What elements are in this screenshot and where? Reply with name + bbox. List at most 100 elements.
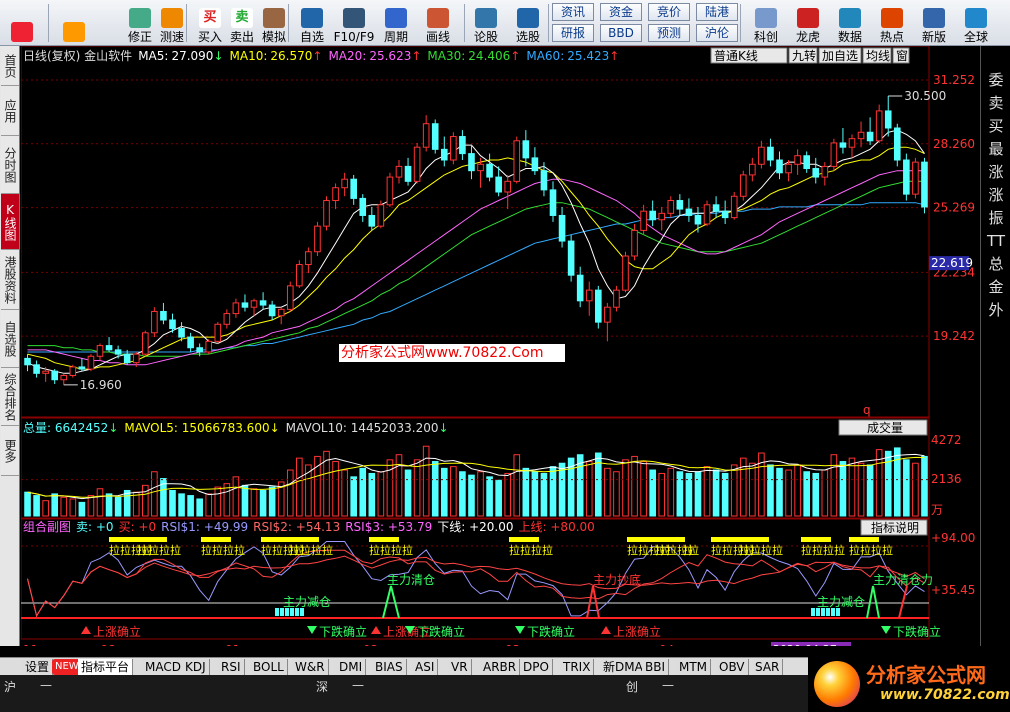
toolbar-clock-button[interactable]: 测速: [154, 2, 190, 44]
candle-body: [513, 140, 521, 182]
indicator-tab[interactable]: 新DMA: [600, 659, 647, 675]
indicator-tab[interactable]: BIAS: [372, 659, 407, 675]
volume-bar: [24, 491, 31, 517]
right-panel-item[interactable]: 最: [981, 137, 1010, 161]
toolbar-separator: [288, 4, 289, 42]
toolbar-comment-button[interactable]: 论股: [468, 2, 504, 44]
toolbar-separator: [48, 4, 49, 42]
toolbar-f10-button[interactable]: F10/F9: [334, 2, 374, 44]
volume-bar: [459, 471, 466, 517]
main-bottom-spike: [586, 585, 600, 619]
left-tab[interactable]: K线图: [1, 194, 19, 250]
indicator-help-label: 指标说明: [871, 520, 919, 535]
right-panel-item[interactable]: 委: [981, 68, 1010, 92]
indicator-tab[interactable]: DPO: [520, 659, 553, 675]
toolbar-up-down-arrows-button[interactable]: 修正: [122, 2, 158, 44]
watermark-text: 分析家公式网www.70822.Com: [341, 344, 543, 361]
candle-body: [721, 210, 729, 219]
indicator-tab[interactable]: W&R: [292, 659, 329, 675]
candle-body: [277, 308, 285, 317]
toolbar-globe-button[interactable]: 全球: [958, 2, 994, 44]
left-tab[interactable]: 更多: [1, 426, 19, 476]
candle-body: [848, 138, 856, 148]
left-tab[interactable]: 应用: [1, 86, 19, 136]
indicator-tab[interactable]: SAR: [752, 659, 784, 675]
indicator-tab[interactable]: MACD: [142, 659, 185, 675]
right-panel-item[interactable]: 涨: [981, 160, 1010, 184]
toolbar-sell-button[interactable]: 卖卖出: [224, 2, 260, 44]
left-tab[interactable]: 首页: [1, 46, 19, 86]
toolbar-hot-button[interactable]: 热点: [874, 2, 910, 44]
right-panel-item[interactable]: 卖: [981, 91, 1010, 115]
left-tab[interactable]: 分时图: [1, 136, 19, 194]
left-tab[interactable]: 港股资料: [1, 250, 19, 310]
toolbar-small-button[interactable]: 预测: [648, 24, 690, 42]
status-bar-text: 创: [626, 680, 639, 694]
reduce-bar: [836, 608, 840, 616]
candle-body: [413, 146, 421, 182]
candlestick: [277, 307, 285, 325]
right-panel-item[interactable]: 买: [981, 114, 1010, 138]
toolbar-small-button[interactable]: BBD: [600, 24, 642, 42]
volume-bar: [468, 474, 475, 517]
right-panel-item[interactable]: 金: [981, 275, 1010, 299]
toolbar-magnifier-button[interactable]: 选股: [510, 2, 546, 44]
reduce-bar: [275, 608, 279, 616]
indicator-tab[interactable]: 指标平台: [78, 659, 134, 675]
toolbar-grid-button[interactable]: [4, 2, 40, 44]
indicator-tab[interactable]: BBI: [642, 659, 670, 675]
left-tab[interactable]: 综合排名: [1, 368, 19, 426]
left-tab[interactable]: 自选股: [1, 310, 19, 368]
right-panel-item[interactable]: 外: [981, 298, 1010, 322]
indicator-tab[interactable]: 设置: [22, 659, 54, 675]
mavol5-label: MAVOL5: 15066783.600: [124, 421, 269, 435]
volume-bar: [821, 469, 829, 517]
indicator-tab[interactable]: DMI: [336, 659, 367, 675]
indicator-tab[interactable]: MTM: [676, 659, 712, 675]
toolbar-back-arrow-button[interactable]: [52, 2, 96, 44]
toolbar-new-version-button[interactable]: 新版: [916, 2, 952, 44]
toolbar-small-button[interactable]: 陆港: [696, 3, 738, 21]
candle-body: [875, 110, 883, 142]
mavol10-arrow: ↓: [439, 421, 449, 435]
volume-bar: [151, 471, 158, 517]
right-panel-item[interactable]: 总: [981, 252, 1010, 276]
volume-bar: [631, 455, 638, 517]
candlestick: [622, 251, 629, 293]
indicator-tab[interactable]: ARBR: [480, 659, 521, 675]
mavol10-label: MAVOL10: 14452033.200: [286, 421, 439, 435]
toolbar-buy-button[interactable]: 买买入: [192, 2, 228, 44]
toolbar-dragon-button[interactable]: 龙虎: [790, 2, 826, 44]
toolbar-small-button[interactable]: 资讯: [552, 3, 594, 21]
candlestick: [875, 104, 883, 143]
candlestick: [440, 136, 448, 167]
indicator-tab[interactable]: BOLL: [250, 659, 288, 675]
candle-body: [268, 304, 276, 317]
right-panel-item[interactable]: 涨: [981, 183, 1010, 207]
toolbar-small-button[interactable]: 资金: [600, 3, 642, 21]
indicator-tab[interactable]: TRIX: [560, 659, 595, 675]
candle-body: [866, 131, 874, 142]
candle-body: [821, 165, 829, 178]
indicator-tab[interactable]: KDJ: [182, 659, 210, 675]
right-panel-item[interactable]: 振: [981, 206, 1010, 230]
candle-body: [359, 197, 367, 216]
toolbar-small-button[interactable]: 沪伦: [696, 24, 738, 42]
indicator-tab[interactable]: ASI: [412, 659, 439, 675]
toolbar-chart-mini-button[interactable]: 科创: [748, 2, 784, 44]
right-panel-item[interactable]: TT: [981, 229, 1010, 253]
volume-bar: [214, 486, 222, 517]
x-axis-label: 12: [101, 643, 116, 646]
volume-bar: [513, 454, 521, 517]
indicator-tab[interactable]: RSI: [218, 659, 245, 675]
toolbar-small-button[interactable]: 研报: [552, 24, 594, 42]
toolbar-pe-button[interactable]: 数据: [832, 2, 868, 44]
toolbar-star-button[interactable]: 自选: [294, 2, 330, 44]
indicator-tab[interactable]: VR: [448, 659, 472, 675]
toolbar-pencil-button[interactable]: 画线: [420, 2, 456, 44]
toolbar-gavel-button[interactable]: 模拟: [256, 2, 292, 44]
toolbar-small-button[interactable]: 竞价: [648, 3, 690, 21]
toolbar-cycle-button[interactable]: 周期: [378, 2, 414, 44]
indicator-tab[interactable]: OBV: [716, 659, 749, 675]
volume-bar: [613, 471, 620, 517]
